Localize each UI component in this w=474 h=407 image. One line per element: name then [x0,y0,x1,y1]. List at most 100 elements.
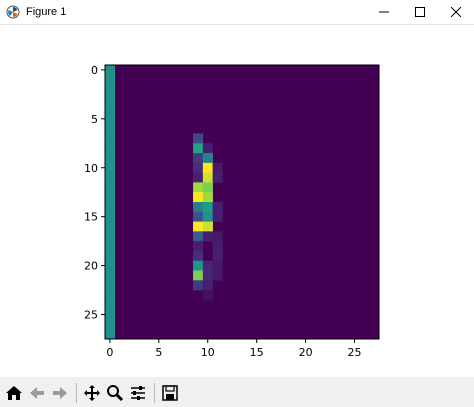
heatmap-cell [105,202,116,213]
heatmap-cell [105,211,116,222]
home-button[interactable] [3,382,25,404]
heatmap-cell [193,241,204,252]
heatmap-cell [212,270,223,281]
save-button[interactable] [159,382,181,404]
pan-button[interactable] [81,382,103,404]
configure-subplots-icon [131,385,145,400]
heatmap-cell [105,329,116,340]
heatmap-cell [105,65,116,76]
heatmap-cell [105,192,116,203]
heatmap-cell [105,133,116,144]
heatmap-cell [105,309,116,320]
heatmap-cell [105,104,116,115]
heatmap-cell [105,153,116,164]
matplotlib-app-icon [6,5,20,19]
heatmap-cell [105,162,116,173]
heatmap-cell [202,211,213,222]
x-tick-label: 5 [155,346,162,359]
toolbar-separator [76,382,77,403]
heatmap-cell [202,182,213,193]
heatmap-cell [193,270,204,281]
heatmap-cell [212,250,223,262]
x-tick-label: 20 [299,346,313,359]
heatmap-cell [202,172,213,183]
forward-arrow-icon [53,386,67,399]
minimize-button[interactable] [366,0,402,24]
heatmap-cell [105,260,116,271]
heatmap-cell [193,211,204,222]
y-tick-label: 10 [84,162,98,175]
save-icon [162,384,178,401]
heatmap-cell [105,231,116,242]
pan-icon [84,384,100,401]
heatmap-cell [105,319,116,330]
heatmap-cell [212,260,223,271]
heatmap-cell [202,143,213,154]
heatmap-cell [105,84,116,95]
forward-button[interactable] [49,382,71,404]
maximize-icon [415,7,425,17]
heatmap-cell [193,172,204,183]
heatmap-cell [105,143,116,154]
heatmap-cell [193,153,204,164]
y-tick-label: 25 [84,309,98,322]
heatmap-plot: 0 5 10 15 20 25 0 5 10 15 20 25 [84,64,380,359]
heatmap-cell [212,211,223,222]
heatmap-cell [193,260,204,271]
heatmap-cell [105,182,116,193]
heatmap-cell [105,74,116,85]
configure-subplots-button[interactable] [127,382,149,404]
heatmap-cell [212,202,223,213]
heatmap-cell [202,192,213,203]
heatmap-cell [105,280,116,291]
window-title: Figure 1 [26,6,67,18]
back-button[interactable] [26,382,48,404]
back-arrow-icon [30,386,44,399]
heatmap-cell [193,280,204,291]
heatmap-cell [193,202,204,213]
y-tick-label: 15 [84,211,98,224]
heatmap-cell [212,162,223,173]
figure-canvas[interactable]: 0 5 10 15 20 25 0 5 10 15 20 25 [0,25,474,377]
heatmap-background [105,65,379,339]
heatmap-cell [105,221,116,232]
y-tick-label: 0 [91,64,98,77]
close-button[interactable] [438,0,474,24]
heatmap-cell [105,172,116,183]
heatmap-cell [193,231,204,242]
x-tick-label: 0 [106,346,113,359]
heatmap-cell [105,123,116,134]
heatmap-cell [212,241,223,252]
heatmap-cell [202,270,213,281]
heatmap-cell [202,162,213,173]
home-icon [6,385,22,400]
heatmap-cell [202,202,213,213]
minimize-icon [379,11,389,13]
x-tick-label: 25 [348,346,362,359]
heatmap-cell [193,133,204,144]
heatmap-cell [202,221,213,232]
x-tick-label: 10 [201,346,215,359]
zoom-button[interactable] [104,382,126,404]
heatmap-cell [212,172,223,183]
maximize-button[interactable] [402,0,438,24]
zoom-icon [107,384,124,401]
heatmap-cell [105,250,116,262]
heatmap-cell [193,162,204,173]
heatmap-cell [202,153,213,164]
heatmap-cell [202,280,213,291]
heatmap-cell [105,241,116,252]
title-bar: Figure 1 [0,0,474,25]
heatmap-cell [202,231,213,242]
heatmap-cell [105,290,116,301]
heatmap-cell [212,231,223,242]
heatmap-cell [193,143,204,154]
navigation-toolbar [0,378,474,407]
heatmap-cell [202,260,213,271]
x-tick-label: 15 [250,346,264,359]
heatmap-cell [193,192,204,203]
heatmap-cell [202,290,213,301]
y-tick-label: 5 [91,113,98,126]
heatmap-cell [193,182,204,193]
toolbar-separator [154,382,155,403]
